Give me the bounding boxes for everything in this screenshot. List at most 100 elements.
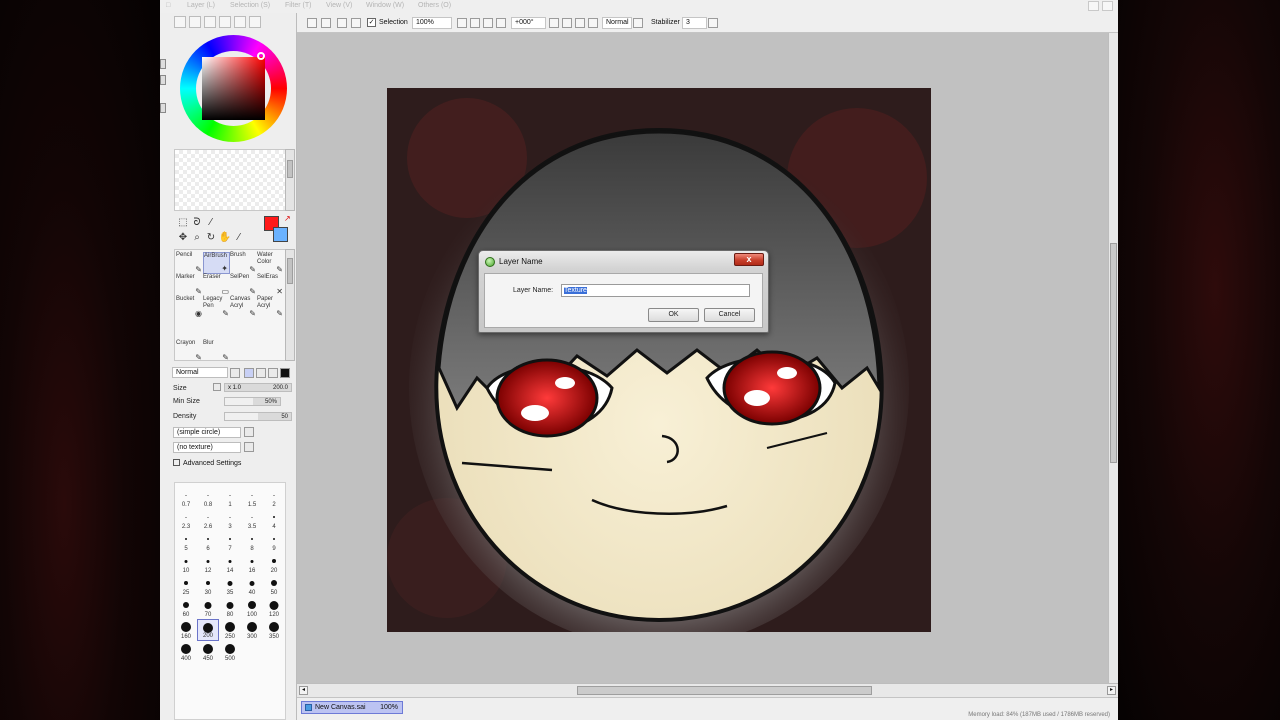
minimize-button[interactable] xyxy=(1088,1,1099,11)
brush-size-cell[interactable]: 1.5 xyxy=(241,487,263,509)
stabilizer-dropdown-icon[interactable] xyxy=(708,18,718,28)
dialog-close-button[interactable]: x xyxy=(734,253,764,266)
brush-size-cell[interactable]: 35 xyxy=(219,575,241,597)
brush-grid-scroll-thumb[interactable] xyxy=(287,258,293,284)
hsv-slider-tab-icon[interactable] xyxy=(204,16,216,28)
brush-size-cell[interactable]: 6 xyxy=(197,531,219,553)
scratchpad-scrollbar[interactable] xyxy=(285,149,295,211)
brush-size-cell[interactable]: 3 xyxy=(219,509,241,531)
brush-size-cell[interactable]: 4 xyxy=(263,509,285,531)
brush-tool-pencil[interactable]: Pencil ✎ xyxy=(176,252,203,274)
tip-soft-icon[interactable] xyxy=(268,368,278,378)
rotate-icon[interactable]: ↻ xyxy=(204,232,218,243)
brush-size-cell[interactable]: 10 xyxy=(175,553,197,575)
tip-hard-icon[interactable] xyxy=(244,368,254,378)
saturation-value-box[interactable] xyxy=(202,57,265,120)
brush-size-cell[interactable]: 7 xyxy=(219,531,241,553)
blend-dropdown-button[interactable] xyxy=(230,368,240,378)
brush-tool-canvas-acryl[interactable]: Canvas Acryl ✎ xyxy=(230,296,257,318)
deselect-icon[interactable] xyxy=(307,18,317,28)
flip-horizontal-icon[interactable] xyxy=(588,18,598,28)
brush-size-cell[interactable]: 30 xyxy=(197,575,219,597)
scratchpad-tab-icon[interactable] xyxy=(249,16,261,28)
cancel-button[interactable]: Cancel xyxy=(704,308,755,322)
show-selection-icon[interactable] xyxy=(337,18,347,28)
density-slider[interactable]: 50 xyxy=(224,412,292,421)
blend-mode-select[interactable]: Normal xyxy=(172,367,228,378)
rgb-slider-tab-icon[interactable] xyxy=(189,16,201,28)
brush-tool-airbrush[interactable]: AirBrush ✦ xyxy=(203,252,230,274)
color-wheel[interactable] xyxy=(180,35,287,142)
zoom-icon[interactable]: ⌕ xyxy=(190,232,204,243)
brush-size-cell[interactable]: 0.8 xyxy=(197,487,219,509)
canvas-workspace[interactable] xyxy=(297,33,1108,683)
size-slider[interactable]: x 1.0 200.0 xyxy=(224,383,292,392)
brush-tool-paper-acryl[interactable]: Paper Acryl ✎ xyxy=(257,296,284,318)
invert-selection-icon[interactable] xyxy=(321,18,331,28)
brush-size-cell[interactable]: 20 xyxy=(263,553,285,575)
hand-icon[interactable]: ✋ xyxy=(218,232,232,243)
scratchpad-scroll-thumb[interactable] xyxy=(287,160,293,178)
brush-size-cell[interactable]: 16 xyxy=(241,553,263,575)
brush-tool-brush[interactable]: Brush ✎ xyxy=(230,252,257,274)
hue-marker[interactable] xyxy=(257,52,265,60)
swatch-tab-icon[interactable] xyxy=(219,16,231,28)
color-wheel-tab-icon[interactable] xyxy=(174,16,186,28)
lasso-icon[interactable]: ᘐ xyxy=(190,217,204,228)
brush-size-cell[interactable]: 2.6 xyxy=(197,509,219,531)
brush-size-cell[interactable]: 0.7 xyxy=(175,487,197,509)
rotate-right-icon[interactable] xyxy=(562,18,572,28)
layer-name-input[interactable]: Texture xyxy=(561,284,750,297)
brush-size-cell[interactable]: 50 xyxy=(263,575,285,597)
brush-size-cell[interactable]: 2 xyxy=(263,487,285,509)
brush-size-cell[interactable]: 70 xyxy=(197,597,219,619)
brush-tool-bucket[interactable]: Bucket ◉ xyxy=(176,296,203,318)
brush-size-cell[interactable]: 200 xyxy=(197,619,219,641)
menu-others[interactable]: Others (O) xyxy=(418,2,451,9)
tip-flat-icon[interactable] xyxy=(280,368,290,378)
menu-view[interactable]: View (V) xyxy=(326,2,352,9)
canvas-horizontal-scrollbar[interactable]: ◂ ▸ xyxy=(297,683,1118,697)
zoom-field[interactable]: 100% xyxy=(412,17,452,29)
brush-size-cell[interactable]: 5 xyxy=(175,531,197,553)
brush-size-cell[interactable]: 500 xyxy=(219,641,241,663)
rect-select-icon[interactable]: ⬚ xyxy=(176,217,190,228)
brush-size-cell[interactable]: 300 xyxy=(241,619,263,641)
brush-tool-legacy-pen[interactable]: Legacy Pen ✎ xyxy=(203,296,230,318)
brush-grid-scrollbar[interactable] xyxy=(285,249,295,361)
brush-size-cell[interactable]: 1 xyxy=(219,487,241,509)
scroll-left-arrow-icon[interactable]: ◂ xyxy=(299,686,308,695)
menu-window[interactable]: Window (W) xyxy=(366,2,404,9)
brush-size-cell[interactable]: 25 xyxy=(175,575,197,597)
brush-size-cell[interactable]: 80 xyxy=(219,597,241,619)
move-icon[interactable]: ✥ xyxy=(176,232,190,243)
palette-tab-icon[interactable] xyxy=(234,16,246,28)
size-lock-checkbox[interactable] xyxy=(213,383,221,391)
texture-dropdown-button[interactable] xyxy=(244,442,254,452)
brush-size-cell[interactable]: 3.5 xyxy=(241,509,263,531)
magic-wand-icon[interactable]: ⁄ xyxy=(204,217,218,228)
advanced-settings-toggle[interactable]: Advanced Settings xyxy=(173,459,241,467)
brush-tool-blur[interactable]: Blur ✎ xyxy=(203,340,230,362)
menu-layer[interactable]: Layer (L) xyxy=(187,2,215,9)
brush-size-cell[interactable]: 2.3 xyxy=(175,509,197,531)
brush-tool-selpen[interactable]: SelPen ✎ xyxy=(230,274,257,296)
zoom-reset-icon[interactable] xyxy=(496,18,506,28)
scroll-right-arrow-icon[interactable]: ▸ xyxy=(1107,686,1116,695)
brush-size-cell[interactable]: 60 xyxy=(175,597,197,619)
brush-size-cell[interactable]: 100 xyxy=(241,597,263,619)
background-color-swatch[interactable] xyxy=(273,227,288,242)
shape-dropdown-button[interactable] xyxy=(244,427,254,437)
horizontal-scroll-thumb[interactable] xyxy=(577,686,872,695)
canvas-vertical-scrollbar[interactable] xyxy=(1108,33,1118,683)
menu-selection[interactable]: Selection (S) xyxy=(230,2,270,9)
brush-size-cell[interactable]: 9 xyxy=(263,531,285,553)
min-size-slider[interactable]: 50% xyxy=(224,397,281,406)
brush-tool-seleras[interactable]: SelEras ✕ xyxy=(257,274,284,296)
drawing-canvas[interactable] xyxy=(387,88,931,632)
brush-tool-marker[interactable]: Marker ✎ xyxy=(176,274,203,296)
hide-selection-icon[interactable] xyxy=(351,18,361,28)
brush-shape-select[interactable]: (simple circle) xyxy=(173,427,241,438)
selection-checkbox[interactable]: ✓ xyxy=(367,18,376,27)
rotate-reset-icon[interactable] xyxy=(575,18,585,28)
